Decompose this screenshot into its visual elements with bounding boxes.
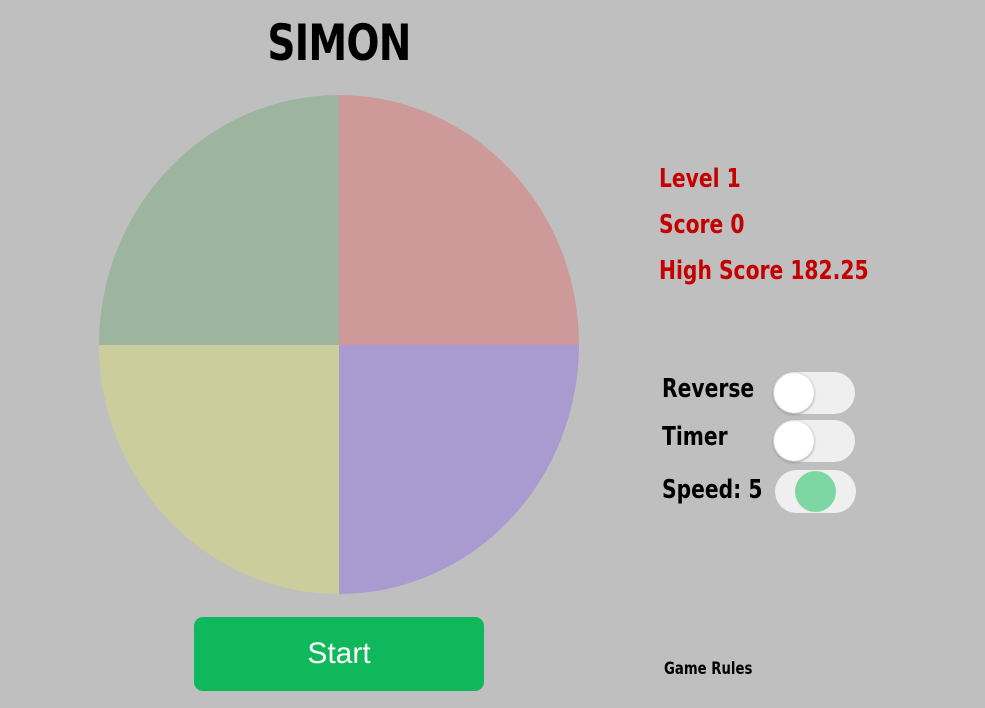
- timer-label: Timer: [662, 422, 728, 452]
- speed-slider-thumb[interactable]: [795, 471, 836, 512]
- score-display: Score 0: [659, 210, 745, 240]
- start-button[interactable]: Start: [194, 617, 484, 691]
- high-score-display: High Score 182.25: [659, 256, 869, 286]
- level-display: Level 1: [659, 164, 741, 194]
- toggle-knob: [774, 373, 814, 413]
- simon-board: [99, 95, 579, 594]
- stats-panel: Level 1 Score 0 High Score 182.25: [659, 160, 869, 298]
- green-pad[interactable]: [99, 95, 339, 345]
- toggle-knob: [774, 421, 814, 461]
- yellow-pad[interactable]: [99, 344, 339, 594]
- speed-label: Speed: 5: [662, 475, 763, 505]
- timer-toggle[interactable]: [773, 420, 855, 462]
- red-pad[interactable]: [339, 95, 579, 345]
- reverse-label: Reverse: [662, 374, 755, 404]
- speed-slider[interactable]: [775, 470, 856, 513]
- reverse-toggle[interactable]: [773, 372, 855, 414]
- game-rules-link[interactable]: Game Rules: [664, 659, 752, 679]
- game-title: SIMON: [267, 14, 411, 72]
- blue-pad[interactable]: [339, 344, 579, 594]
